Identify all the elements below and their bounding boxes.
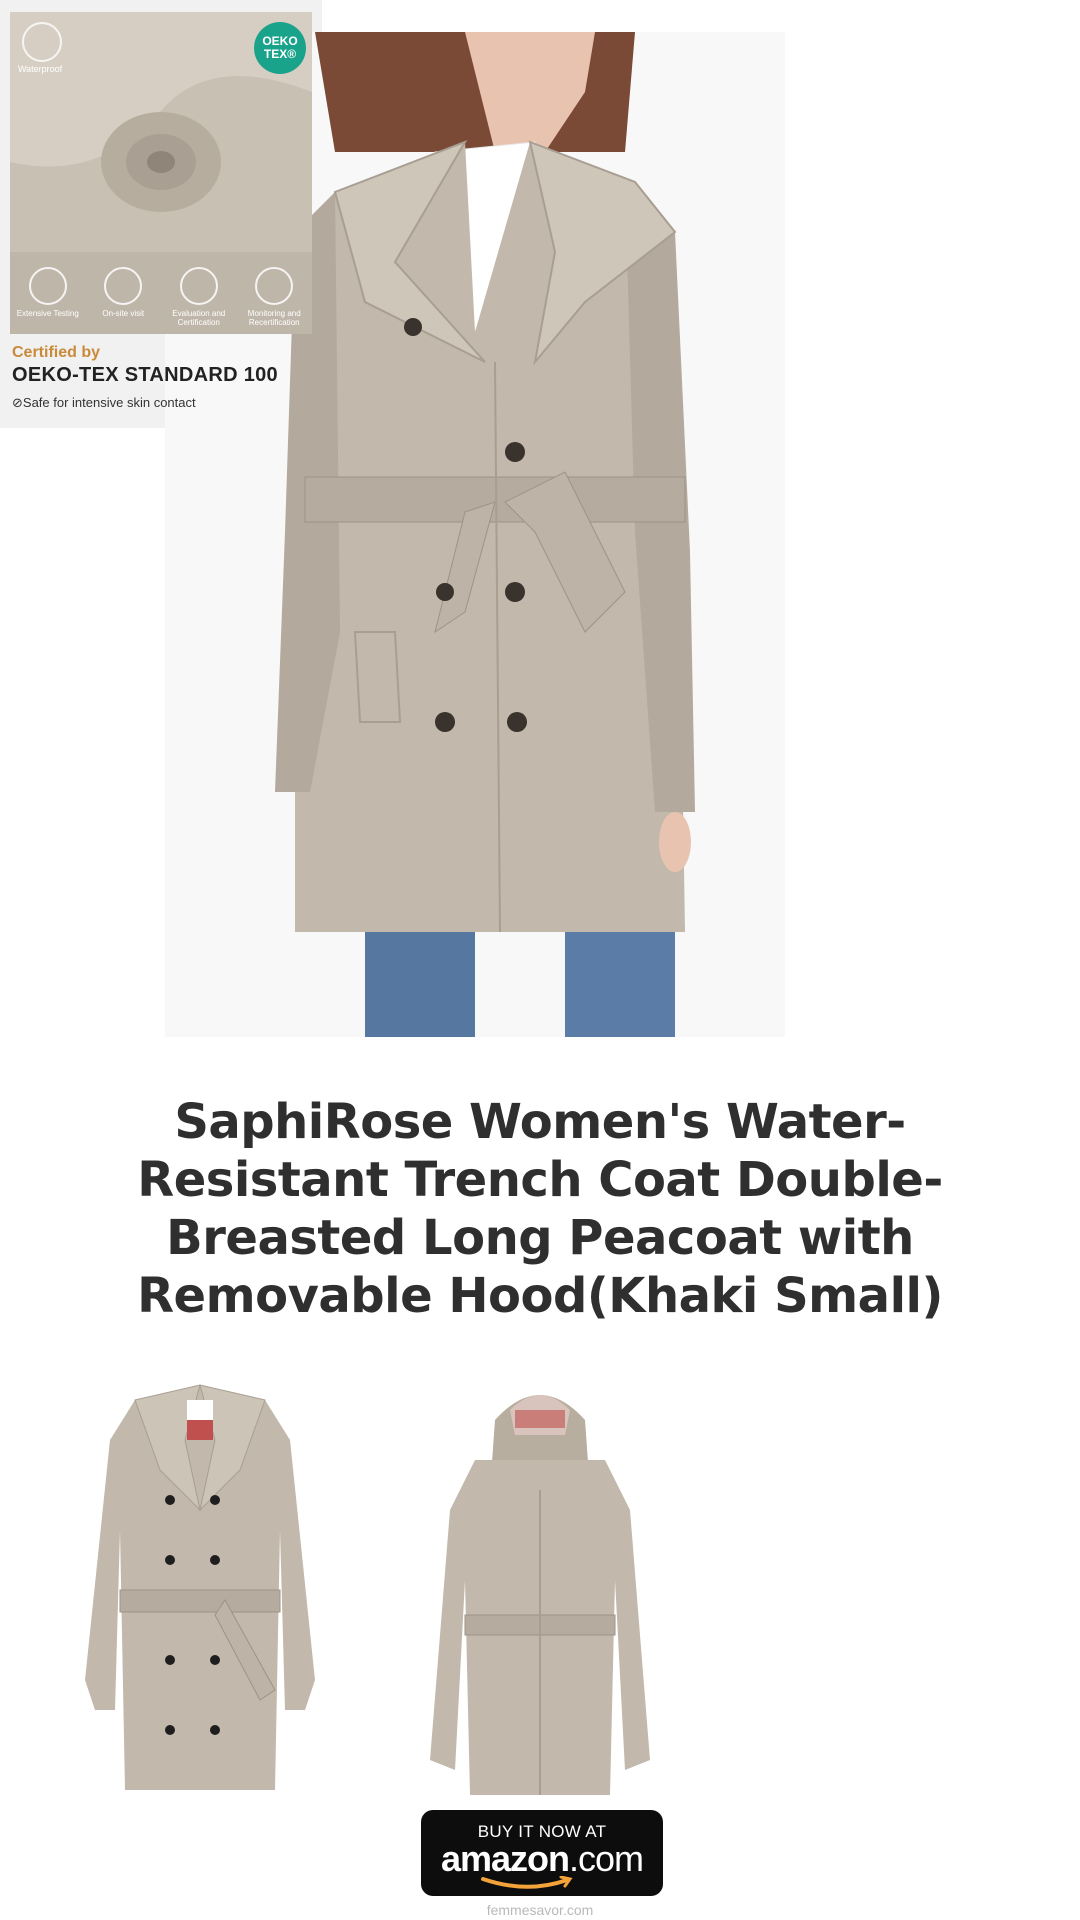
thumbnail-front-view[interactable] <box>75 1380 325 1810</box>
flask-icon <box>28 267 67 305</box>
certified-by-label: Certified by <box>12 344 101 361</box>
thumbnail-back-view[interactable] <box>415 1380 665 1810</box>
step-onsite: On-site visit <box>88 267 158 327</box>
shield-check-icon <box>179 267 218 305</box>
fabric-swirl-image: Waterproof OEKO TEX® Extensive Testing O… <box>10 12 312 334</box>
refresh-check-icon <box>255 267 294 305</box>
safe-skin-contact-text: ⊘Safe for intensive skin contact <box>12 395 196 410</box>
certification-standard: OEKO-TEX STANDARD 100 <box>12 364 278 386</box>
product-title: SaphiRose Women's Water-Resistant Trench… <box>137 1094 943 1324</box>
coat-back-image <box>415 1380 665 1810</box>
coat-front-image <box>75 1380 325 1810</box>
check-circle-icon: ⊘ <box>12 395 23 410</box>
step-testing: Extensive Testing <box>13 267 83 327</box>
site-footer: femmesavor.com <box>486 1902 594 1918</box>
oeko-tex-badge: OEKO TEX® <box>254 22 306 74</box>
monitor-icon <box>104 267 143 305</box>
step-monitoring: Monitoring and Recertification <box>239 267 309 327</box>
amazon-logo: amazon.com <box>440 1838 644 1879</box>
waterproof-label: Waterproof <box>18 64 63 74</box>
thumbnail-certification[interactable]: Waterproof OEKO TEX® Extensive Testing O… <box>0 0 322 428</box>
buy-on-amazon-button[interactable]: BUY IT NOW AT amazon.com <box>421 1810 663 1896</box>
amazon-smile-icon <box>481 1876 573 1889</box>
water-drop-icon <box>22 22 62 62</box>
step-evaluation: Evaluation and Certification <box>164 267 234 327</box>
certification-steps: Extensive Testing On-site visit Evaluati… <box>10 267 312 327</box>
